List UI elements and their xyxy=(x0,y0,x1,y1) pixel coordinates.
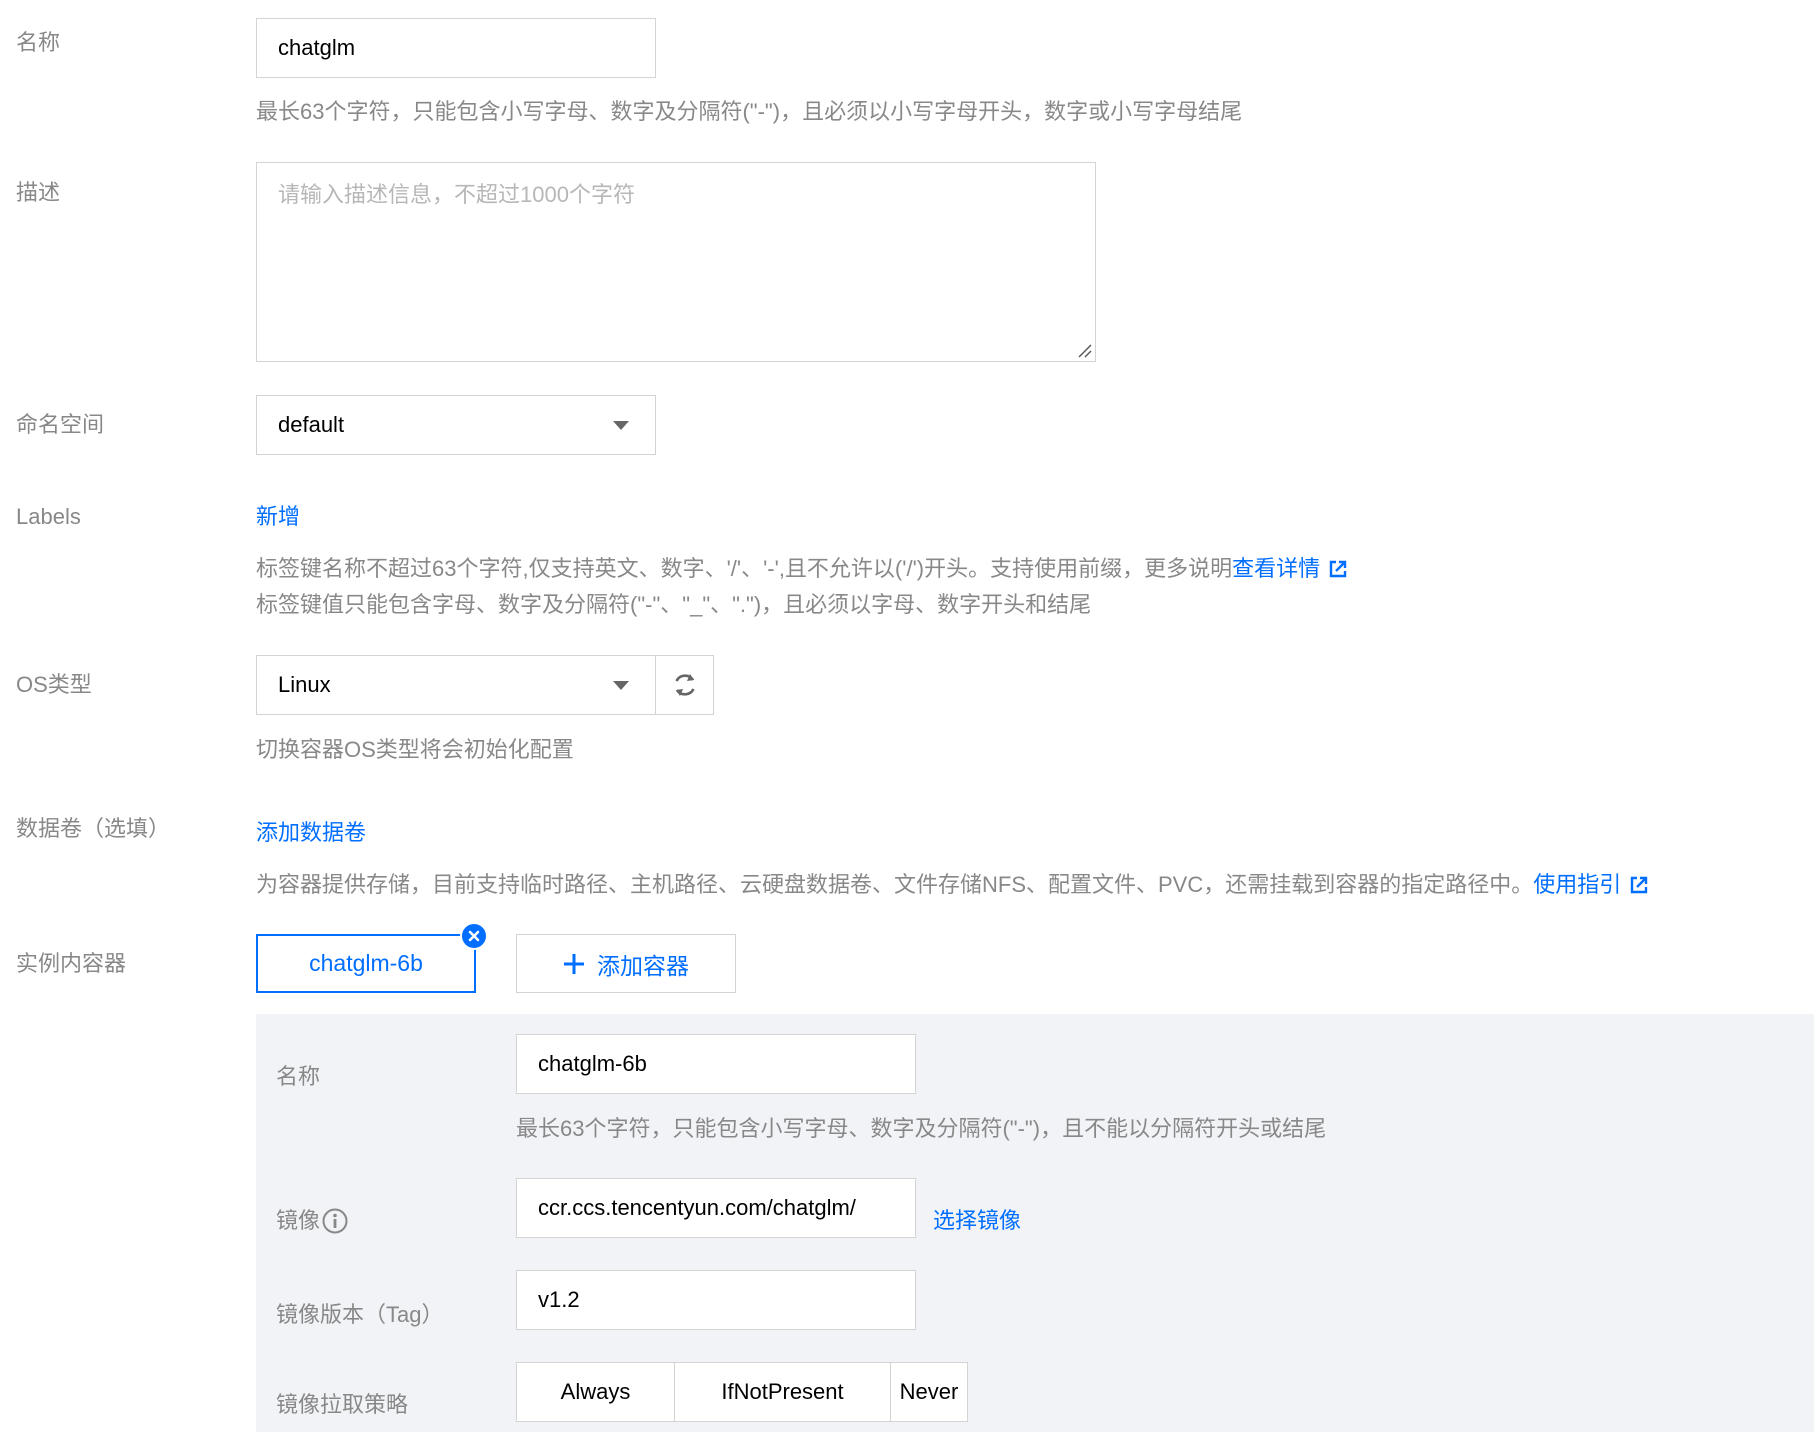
external-link-icon[interactable] xyxy=(1629,875,1649,895)
container-name-hint: 最长63个字符，只能包含小写字母、数字及分隔符("-")，且不能以分隔符开头或结… xyxy=(516,1116,1327,1141)
description-textarea[interactable]: 请输入描述信息，不超过1000个字符 xyxy=(256,162,1096,362)
name-hint: 最长63个字符，只能包含小写字母、数字及分隔符("-")，且必须以小写字母开头，… xyxy=(256,99,1243,124)
container-tab-chatglm-6b[interactable]: chatglm-6b xyxy=(256,934,476,993)
namespace-label: 命名空间 xyxy=(16,412,105,437)
image-label-group: 镜像 xyxy=(276,1208,348,1234)
volumes-hint-text: 为容器提供存储，目前支持临时路径、主机路径、云硬盘数据卷、文件存储NFS、配置文… xyxy=(256,872,1534,897)
image-label: 镜像 xyxy=(276,1208,321,1233)
refresh-icon xyxy=(674,674,695,696)
namespace-select[interactable]: default xyxy=(256,395,656,455)
external-link-icon[interactable] xyxy=(1328,559,1348,579)
volumes-hint-line: 为容器提供存储，目前支持临时路径、主机路径、云硬盘数据卷、文件存储NFS、配置文… xyxy=(256,872,1649,898)
resize-handle-icon[interactable] xyxy=(1076,342,1092,358)
remove-container-button[interactable] xyxy=(460,922,488,950)
labels-hint-line1: 标签键名称不超过63个字符,仅支持英文、数字、'/'、'-',且不允许以('/'… xyxy=(256,556,1348,582)
image-input[interactable]: ccr.ccs.tencentyun.com/chatglm/ xyxy=(516,1178,916,1238)
image-tag-label: 镜像版本（Tag） xyxy=(276,1302,444,1327)
container-name-input[interactable]: chatglm-6b xyxy=(516,1034,916,1094)
info-icon[interactable] xyxy=(322,1208,348,1234)
container-name-label: 名称 xyxy=(276,1064,321,1089)
plus-icon xyxy=(564,953,584,974)
refresh-button[interactable] xyxy=(655,655,714,715)
add-container-label: 添加容器 xyxy=(597,952,689,979)
add-volume-link[interactable]: 添加数据卷 xyxy=(256,820,366,846)
chevron-down-icon xyxy=(613,421,629,430)
image-tag-input[interactable]: v1.2 xyxy=(516,1270,916,1330)
os-type-select[interactable]: Linux xyxy=(256,655,656,715)
description-placeholder: 请输入描述信息，不超过1000个字符 xyxy=(278,182,635,207)
os-type-label: OS类型 xyxy=(16,672,92,697)
description-label: 描述 xyxy=(16,180,61,205)
pull-policy-ifnotpresent[interactable]: IfNotPresent xyxy=(675,1363,891,1421)
pull-policy-never[interactable]: Never xyxy=(891,1363,967,1421)
containers-label: 实例内容器 xyxy=(16,951,127,976)
chevron-down-icon xyxy=(613,681,629,690)
volumes-label: 数据卷（选填） xyxy=(16,816,171,841)
select-image-link[interactable]: 选择镜像 xyxy=(933,1208,1021,1234)
view-details-link[interactable]: 查看详情 xyxy=(1232,556,1320,581)
container-tab-label: chatglm-6b xyxy=(309,950,423,976)
labels-hint-text: 标签键名称不超过63个字符,仅支持英文、数字、'/'、'-',且不允许以('/'… xyxy=(256,556,1233,581)
container-config-panel: 名称 chatglm-6b 最长63个字符，只能包含小写字母、数字及分隔符("-… xyxy=(256,1014,1814,1432)
os-type-value: Linux xyxy=(278,672,331,697)
usage-guide-link[interactable]: 使用指引 xyxy=(1533,872,1621,897)
os-type-hint: 切换容器OS类型将会初始化配置 xyxy=(256,737,574,762)
add-container-button[interactable]: 添加容器 xyxy=(516,934,736,993)
pull-policy-label: 镜像拉取策略 xyxy=(276,1392,409,1417)
add-label-link[interactable]: 新增 xyxy=(256,504,300,530)
name-label: 名称 xyxy=(16,30,61,55)
pull-policy-always[interactable]: Always xyxy=(517,1363,675,1421)
namespace-value: default xyxy=(278,412,345,437)
name-input[interactable]: chatglm xyxy=(256,18,656,78)
close-icon xyxy=(468,930,480,942)
pull-policy-group: Always IfNotPresent Never xyxy=(516,1362,968,1422)
labels-hint-line2: 标签键值只能包含字母、数字及分隔符("-"、"_"、".")，且必须以字母、数字… xyxy=(256,592,1092,617)
labels-label: Labels xyxy=(16,504,81,529)
